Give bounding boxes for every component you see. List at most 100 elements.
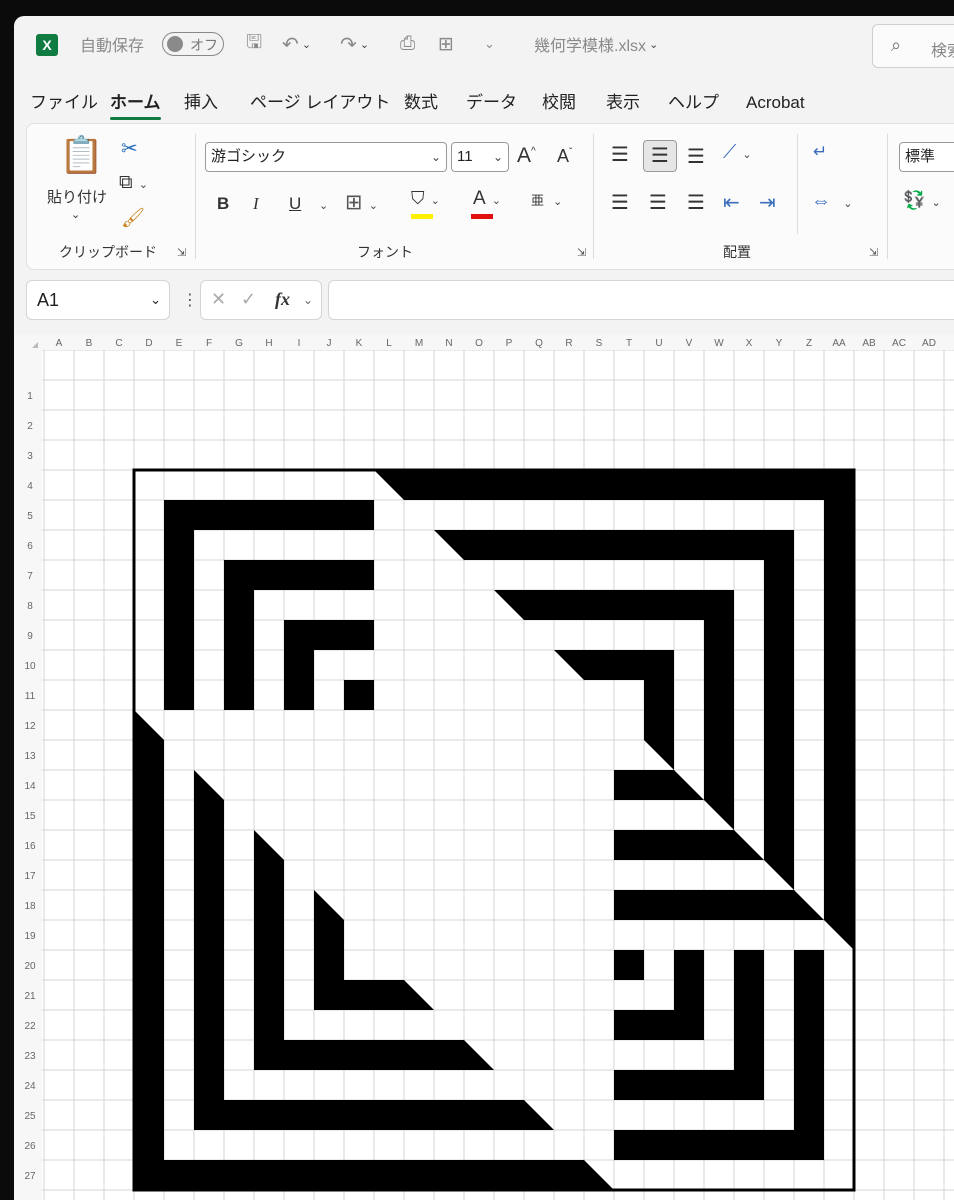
currency-format-icon[interactable]: 💱 ⌄ bbox=[903, 190, 941, 211]
tab-acrobat[interactable]: Acrobat bbox=[746, 90, 805, 120]
clipboard-launcher-icon[interactable]: ⇲ bbox=[177, 246, 186, 259]
row-header[interactable]: 26 bbox=[24, 1141, 36, 1152]
font-size-select[interactable]: 11 ⌄ bbox=[451, 142, 509, 172]
tab-file[interactable]: ファイル bbox=[30, 90, 98, 120]
column-header[interactable]: Y bbox=[776, 338, 783, 349]
borders-icon[interactable]: ⊞ ⌄ bbox=[345, 190, 378, 215]
tab-home[interactable]: ホーム bbox=[110, 90, 161, 120]
row-header[interactable]: 10 bbox=[24, 661, 36, 672]
row-header[interactable]: 3 bbox=[27, 451, 33, 462]
column-header[interactable]: Q bbox=[535, 338, 543, 349]
row-header[interactable]: 7 bbox=[27, 571, 33, 582]
number-format-select[interactable]: 標準 bbox=[899, 142, 954, 172]
column-header[interactable]: O bbox=[475, 338, 483, 349]
undo-icon[interactable]: ↶ ⌄ bbox=[282, 30, 311, 58]
search-box[interactable]: ⌕ 検索 bbox=[872, 24, 954, 68]
align-middle-icon[interactable]: ☰ bbox=[643, 140, 677, 172]
column-header[interactable]: J bbox=[327, 338, 332, 349]
row-header[interactable]: 13 bbox=[24, 751, 36, 762]
tab-help[interactable]: ヘルプ bbox=[668, 90, 719, 120]
column-header[interactable]: AB bbox=[862, 338, 876, 349]
cut-icon[interactable]: ✂ bbox=[121, 136, 138, 161]
more-options-icon[interactable]: ⋮ bbox=[182, 290, 198, 310]
row-header[interactable]: 25 bbox=[24, 1111, 36, 1122]
column-header[interactable]: K bbox=[356, 338, 363, 349]
font-launcher-icon[interactable]: ⇲ bbox=[577, 246, 586, 259]
customize-toolbar-icon[interactable]: ⌄ bbox=[484, 30, 495, 58]
row-header[interactable]: 2 bbox=[27, 421, 33, 432]
redo-icon[interactable]: ↷ ⌄ bbox=[340, 30, 369, 58]
bold-button[interactable]: B bbox=[217, 194, 229, 214]
print-preview-icon[interactable]: ⎙ bbox=[400, 30, 415, 58]
paste-icon[interactable]: 📋 bbox=[59, 134, 104, 176]
format-painter-icon[interactable]: 🖌 bbox=[121, 206, 145, 230]
column-header[interactable]: A bbox=[56, 338, 63, 349]
decrease-indent-icon[interactable]: ⇤ bbox=[723, 190, 740, 215]
italic-button[interactable]: I bbox=[253, 194, 259, 214]
row-header[interactable]: 17 bbox=[24, 871, 36, 882]
shrink-font-button[interactable]: Aˇ bbox=[557, 146, 572, 167]
align-center-icon[interactable]: ☰ bbox=[649, 190, 667, 215]
file-name[interactable]: 幾何学模様.xlsx ⌄ bbox=[534, 30, 658, 58]
tab-insert[interactable]: 挿入 bbox=[184, 90, 218, 120]
align-right-icon[interactable]: ☰ bbox=[687, 190, 705, 215]
tab-view[interactable]: 表示 bbox=[606, 90, 640, 120]
cancel-icon[interactable]: ✕ bbox=[211, 289, 226, 310]
excel-icon[interactable]: X bbox=[36, 34, 58, 56]
column-header[interactable]: U bbox=[655, 338, 662, 349]
paste-button[interactable]: 貼り付け bbox=[47, 186, 107, 207]
row-header[interactable]: 1 bbox=[27, 391, 33, 402]
column-header[interactable]: M bbox=[415, 338, 423, 349]
tab-formulas[interactable]: 数式 bbox=[404, 90, 438, 120]
autosave-toggle[interactable]: オフ bbox=[162, 32, 224, 56]
insert-function-icon[interactable]: fx bbox=[275, 289, 290, 310]
column-header[interactable]: AC bbox=[892, 338, 906, 349]
tab-data[interactable]: データ bbox=[466, 90, 517, 120]
row-header[interactable]: 24 bbox=[24, 1081, 36, 1092]
copy-icon[interactable]: ⧉ ⌄ bbox=[119, 172, 148, 194]
row-header[interactable]: 14 bbox=[24, 781, 36, 792]
merge-center-icon[interactable]: ⇔ ⌄ bbox=[811, 190, 852, 213]
row-header[interactable]: 27 bbox=[24, 1171, 36, 1182]
tab-review[interactable]: 校閲 bbox=[542, 90, 576, 120]
column-header[interactable]: Z bbox=[806, 338, 812, 349]
row-header[interactable]: 19 bbox=[24, 931, 36, 942]
column-header[interactable]: AD bbox=[922, 338, 936, 349]
orientation-icon[interactable]: ⟋ ⌄ bbox=[723, 142, 752, 164]
column-header[interactable]: V bbox=[686, 338, 693, 349]
column-header[interactable]: D bbox=[145, 338, 152, 349]
increase-indent-icon[interactable]: ⇥ bbox=[759, 190, 776, 215]
alignment-launcher-icon[interactable]: ⇲ bbox=[869, 246, 878, 259]
column-header[interactable]: F bbox=[206, 338, 212, 349]
column-header[interactable]: AA bbox=[832, 338, 846, 349]
tab-page-layout[interactable]: ページ レイアウト bbox=[250, 90, 390, 120]
fill-color-icon[interactable]: ⛉ ⌄ bbox=[411, 188, 440, 209]
align-left-icon[interactable]: ☰ bbox=[611, 190, 629, 215]
align-top-icon[interactable]: ☰ bbox=[611, 142, 629, 167]
underline-button[interactable]: U bbox=[289, 194, 301, 214]
row-header[interactable]: 8 bbox=[27, 601, 33, 612]
row-header[interactable]: 6 bbox=[27, 541, 33, 552]
formula-input[interactable] bbox=[328, 280, 954, 320]
column-header[interactable]: X bbox=[746, 338, 753, 349]
row-header[interactable]: 9 bbox=[27, 631, 33, 642]
paste-dropdown-icon[interactable]: ⌄ bbox=[71, 208, 80, 221]
row-header[interactable]: 5 bbox=[27, 511, 33, 522]
row-header[interactable]: 16 bbox=[24, 841, 36, 852]
row-header[interactable]: 23 bbox=[24, 1051, 36, 1062]
column-header[interactable]: W bbox=[714, 338, 724, 349]
wrap-text-icon[interactable]: ↵ bbox=[813, 142, 827, 162]
row-header[interactable]: 20 bbox=[24, 961, 36, 972]
column-header[interactable]: E bbox=[176, 338, 183, 349]
table-icon[interactable]: ⊞ bbox=[438, 30, 454, 58]
column-header[interactable]: N bbox=[445, 338, 452, 349]
worksheet-grid[interactable]: A B C D E F G H I J K L M N O P Q R S T U V W X Y Z AA AB AC AD123456… bbox=[14, 334, 954, 1200]
row-header[interactable]: 11 bbox=[25, 691, 36, 702]
row-header[interactable]: 21 bbox=[24, 991, 36, 1002]
font-name-select[interactable]: 游ゴシック ⌄ bbox=[205, 142, 447, 172]
row-header[interactable]: 12 bbox=[24, 721, 36, 732]
save-icon[interactable]: 🖫 bbox=[246, 30, 262, 58]
grow-font-button[interactable]: A^ bbox=[517, 144, 536, 168]
column-header[interactable]: B bbox=[86, 338, 93, 349]
column-header[interactable]: L bbox=[386, 338, 392, 349]
